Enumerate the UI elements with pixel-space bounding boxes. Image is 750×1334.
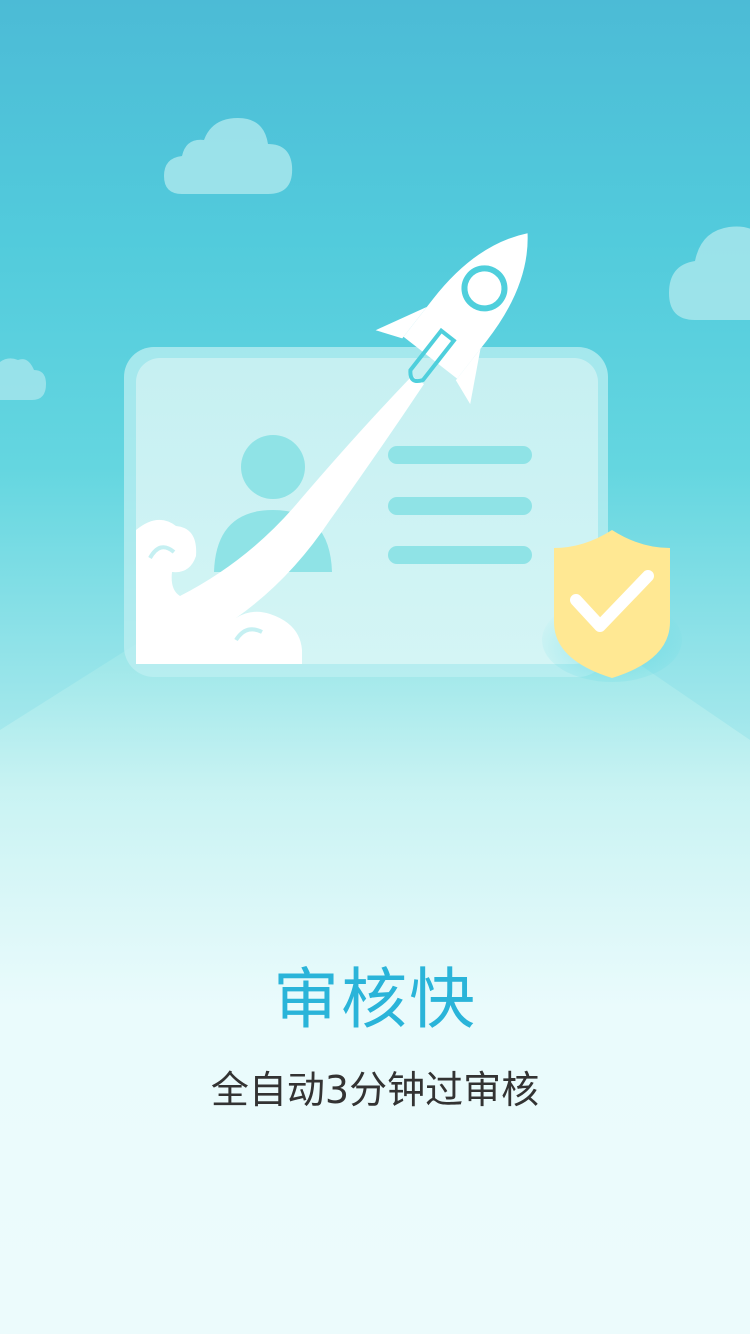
feature-title: 审核快: [273, 961, 477, 1038]
card-info-line: [388, 446, 532, 464]
onboarding-screen: 审核快 全自动3分钟过审核: [0, 0, 750, 1334]
card-info-line: [388, 497, 532, 515]
card-info-line: [388, 546, 532, 564]
shield-check-icon: [554, 530, 670, 678]
feature-subtitle: 全自动3分钟过审核: [210, 1068, 540, 1112]
hero-illustration: [124, 233, 682, 682]
